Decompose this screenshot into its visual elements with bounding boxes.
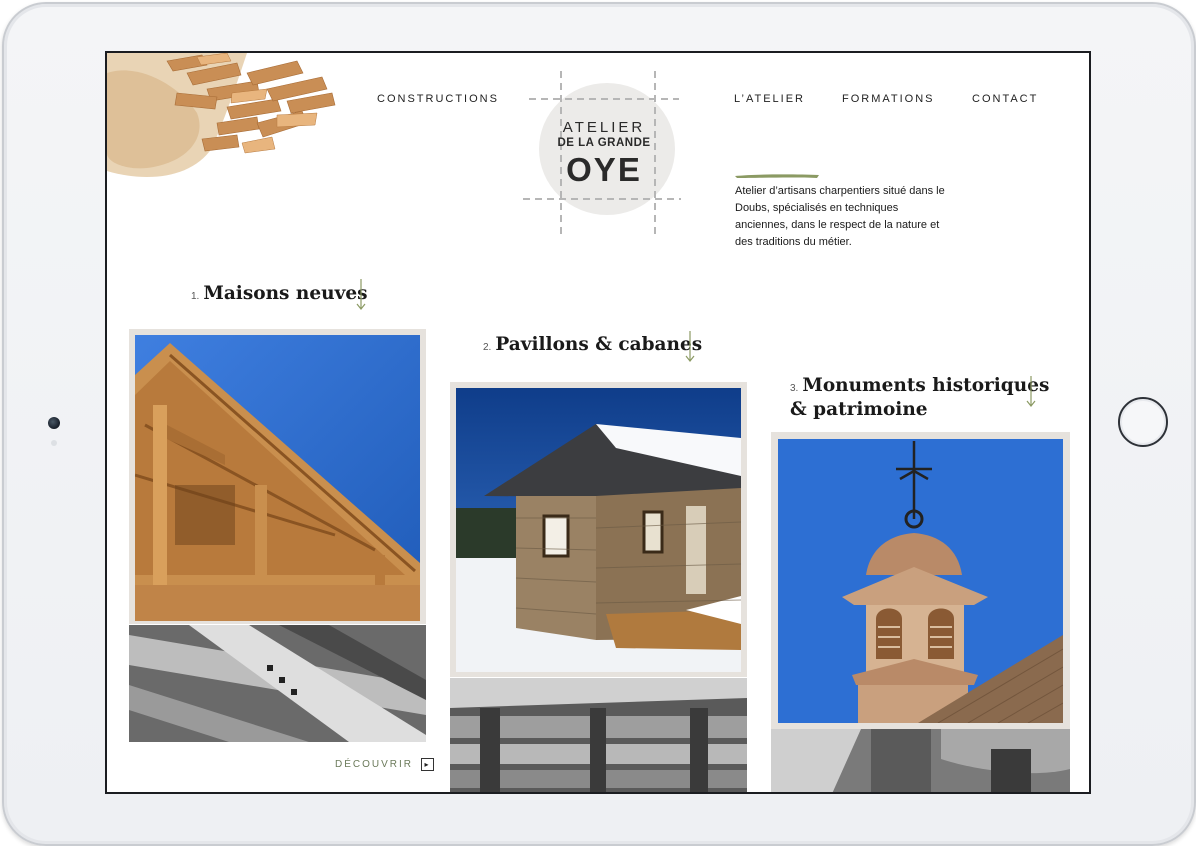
arrow-down-icon xyxy=(685,331,695,362)
old-timber-bw-photo[interactable] xyxy=(771,729,1070,792)
nav-formations[interactable]: FORMATIONS xyxy=(842,93,935,105)
section-number: 1. xyxy=(191,291,200,302)
discover-label: DÉCOUVRIR xyxy=(335,759,414,770)
web-page: CONSTRUCTIONS L’ATELIER FORMATIONS CONTA… xyxy=(105,51,1091,794)
logo[interactable]: ATELIER DE LA GRANDE OYE xyxy=(519,67,689,242)
logo-line-1: ATELIER xyxy=(562,119,646,136)
timber-frame-house-photo[interactable] xyxy=(135,335,420,621)
section-title-line-1: Monuments historiques xyxy=(802,375,1050,396)
discover-link[interactable]: DÉCOUVRIR ▸ xyxy=(335,758,435,771)
section-number: 2. xyxy=(483,342,492,353)
section-heading-2[interactable]: 2. Pavillons & cabanes xyxy=(483,334,702,358)
section-title: Maisons neuves xyxy=(203,283,368,304)
arrow-down-icon xyxy=(1026,376,1036,407)
camera-icon xyxy=(48,417,60,429)
arrow-right-box-icon: ▸ xyxy=(421,758,435,771)
brush-stroke-divider xyxy=(735,174,819,178)
section-number: 3. xyxy=(790,383,799,394)
logo-line-2: DE LA GRANDE xyxy=(557,137,651,149)
nav-constructions[interactable]: CONSTRUCTIONS xyxy=(377,93,499,105)
logo-line-3: OYE xyxy=(566,151,642,188)
section-heading-1[interactable]: 1. Maisons neuves xyxy=(191,283,368,307)
nav-atelier[interactable]: L’ATELIER xyxy=(734,93,805,105)
intro-text: Atelier d’artisans charpentiers situé da… xyxy=(735,185,945,248)
section-heading-3[interactable]: 3. Monuments historiques & patrimoine xyxy=(790,375,1049,420)
arrow-down-icon xyxy=(356,279,366,310)
home-button[interactable] xyxy=(1118,397,1168,447)
log-cabin-bw-photo[interactable] xyxy=(450,678,747,792)
wood-chips-image xyxy=(107,53,336,178)
section-title: Pavillons & cabanes xyxy=(495,334,703,355)
section-title-line-2: & patrimoine xyxy=(790,399,928,420)
timber-joint-bw-photo[interactable] xyxy=(129,625,426,742)
sensor-dot xyxy=(51,440,57,446)
wooden-cabin-photo[interactable] xyxy=(456,388,741,672)
nav-contact[interactable]: CONTACT xyxy=(972,93,1038,105)
bell-tower-photo[interactable] xyxy=(778,439,1063,723)
